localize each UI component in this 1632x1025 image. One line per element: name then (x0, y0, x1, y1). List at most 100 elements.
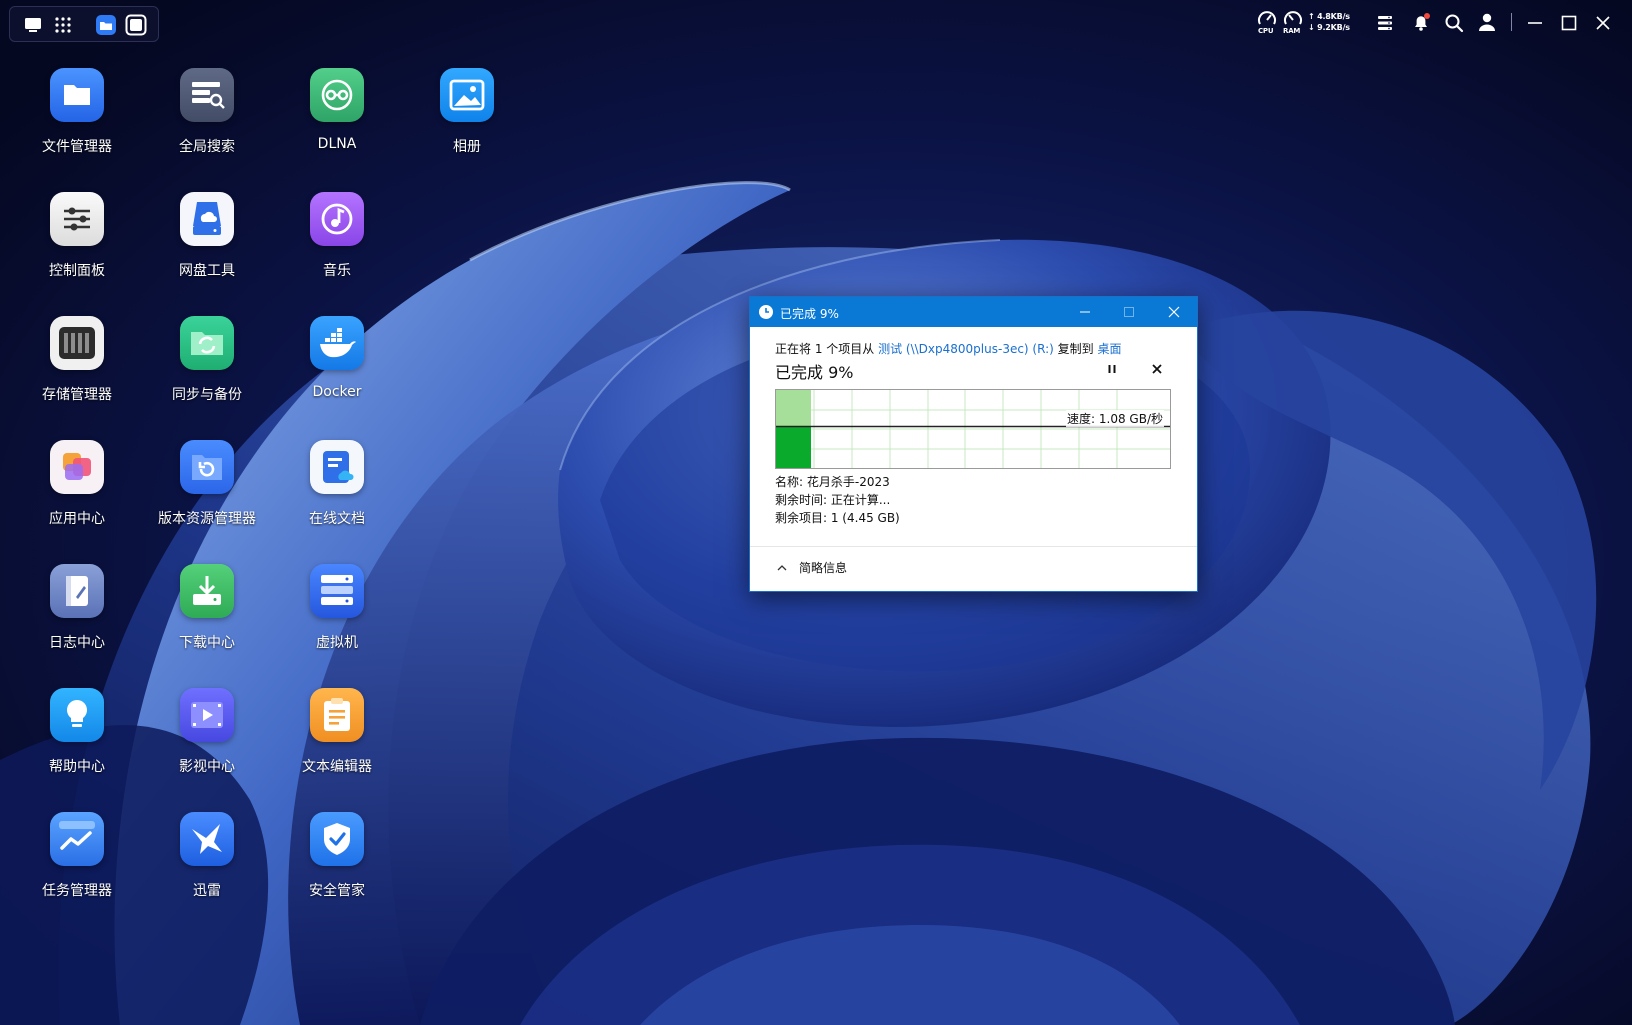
app-label: 存储管理器 (42, 387, 112, 403)
minimize-icon[interactable] (1525, 13, 1545, 33)
window-icon[interactable] (125, 14, 147, 36)
download-icon (180, 564, 234, 618)
app-label: 安全管家 (309, 883, 365, 899)
network-monitor[interactable]: ↑ 4.8KB/s ↓ 9.2KB/s (1308, 12, 1352, 36)
task-list-icon[interactable] (1376, 14, 1394, 32)
app-center-icon (50, 440, 104, 494)
progress-label: 已完成 9% (775, 363, 854, 382)
app-label: 在线文档 (309, 511, 365, 527)
app-online-docs[interactable]: 在线文档 (272, 440, 402, 564)
app-photos[interactable]: 相册 (402, 68, 532, 192)
bell-icon[interactable] (1410, 11, 1432, 33)
dlna-icon (310, 68, 364, 122)
progress-fill (776, 427, 811, 468)
sliders-icon (50, 192, 104, 246)
sync-folder-icon (180, 316, 234, 370)
app-sync-backup[interactable]: 同步与备份 (142, 316, 272, 440)
file-manager-icon[interactable] (95, 14, 117, 36)
app-label: 下载中心 (179, 635, 235, 651)
items-remaining: 剩余项目: 1 (4.45 GB) (775, 511, 900, 525)
bulb-icon (50, 688, 104, 742)
speed-graph: 速度: 1.08 GB/秒 (775, 389, 1171, 469)
upload-speed-value: 4.8KB/s (1317, 12, 1350, 21)
storage-icon (50, 316, 104, 370)
ram-monitor[interactable]: RAM (1283, 10, 1303, 36)
download-speed: ↓ 9.2KB/s (1308, 23, 1350, 32)
app-text-editor[interactable]: 文本编辑器 (272, 688, 402, 812)
music-icon (310, 192, 364, 246)
app-cloud-drive-tools[interactable]: 网盘工具 (142, 192, 272, 316)
maximize-icon (1124, 307, 1134, 317)
cpu-label: CPU (1258, 27, 1274, 35)
close-icon[interactable] (1152, 297, 1196, 327)
monitor-icon[interactable] (22, 14, 44, 36)
destination-link[interactable]: 桌面 (1097, 342, 1121, 356)
app-label: 相册 (453, 139, 481, 155)
user-icon[interactable] (1477, 12, 1497, 32)
app-docker[interactable]: Docker (272, 316, 402, 440)
apps-grid-icon[interactable] (52, 14, 74, 36)
tray-divider (1511, 13, 1512, 31)
app-control-panel[interactable]: 控制面板 (12, 192, 142, 316)
photo-icon (440, 68, 494, 122)
app-label: 全局搜索 (179, 139, 235, 155)
app-global-search[interactable]: 全局搜索 (142, 68, 272, 192)
copy-progress-dialog: 已完成 9% 正在将 1 个项目从 测试 (\\Dxp4800plus-3ec)… (749, 296, 1198, 592)
ram-label: RAM (1283, 27, 1301, 35)
video-icon (180, 688, 234, 742)
notepad-icon (310, 688, 364, 742)
docker-whale-icon (310, 316, 364, 370)
top-bar: CPU RAM ↑ 4.8KB/s ↓ 9.2KB/s (0, 0, 1632, 46)
app-label: 迅雷 (193, 883, 221, 899)
minimize-icon[interactable] (1063, 297, 1107, 327)
cpu-monitor[interactable]: CPU (1257, 10, 1277, 36)
version-folder-icon (180, 440, 234, 494)
app-file-manager[interactable]: 文件管理器 (12, 68, 142, 192)
app-app-center[interactable]: 应用中心 (12, 440, 142, 564)
app-security-manager[interactable]: 安全管家 (272, 812, 402, 936)
clock-icon (759, 305, 773, 319)
app-virtual-machine[interactable]: 虚拟机 (272, 564, 402, 688)
app-label: DLNA (317, 136, 357, 152)
cancel-icon[interactable] (1148, 360, 1166, 378)
status-middle: 复制到 (1053, 342, 1098, 356)
dialog-titlebar[interactable]: 已完成 9% (750, 297, 1197, 327)
footer-divider (750, 546, 1197, 547)
app-label: 网盘工具 (179, 263, 235, 279)
time-remaining: 剩余时间: 正在计算... (775, 493, 891, 507)
app-thunder[interactable]: 迅雷 (142, 812, 272, 936)
close-icon[interactable] (1593, 13, 1613, 33)
pause-icon[interactable] (1103, 360, 1121, 378)
launcher-bar (9, 6, 159, 42)
copy-status-line: 正在将 1 个项目从 测试 (\\Dxp4800plus-3ec) (R:) 复… (775, 340, 1121, 357)
app-music[interactable]: 音乐 (272, 192, 402, 316)
app-dlna[interactable]: DLNA (272, 68, 402, 192)
less-details-toggle[interactable]: 简略信息 (775, 559, 875, 579)
app-download-center[interactable]: 下载中心 (142, 564, 272, 688)
app-storage-manager[interactable]: 存储管理器 (12, 316, 142, 440)
chevron-up-icon (777, 565, 787, 571)
app-label: Docker (312, 384, 362, 400)
app-log-center[interactable]: 日志中心 (12, 564, 142, 688)
app-label: 文件管理器 (42, 139, 112, 155)
app-help-center[interactable]: 帮助中心 (12, 688, 142, 812)
progress-fill-light (776, 390, 811, 426)
speed-label: 速度: 1.08 GB/秒 (1066, 410, 1164, 427)
folder-icon (50, 68, 104, 122)
app-label: 文本编辑器 (302, 759, 372, 775)
search-server-icon (180, 68, 234, 122)
less-details-label: 简略信息 (799, 561, 848, 575)
upload-speed: ↑ 4.8KB/s (1308, 12, 1350, 21)
app-label: 任务管理器 (42, 883, 112, 899)
app-version-explorer[interactable]: 版本资源管理器 (142, 440, 272, 564)
virtual-machine-icon (310, 564, 364, 618)
app-task-manager[interactable]: 任务管理器 (12, 812, 142, 936)
maximize-icon[interactable] (1559, 13, 1579, 33)
download-speed-value: 9.2KB/s (1317, 23, 1350, 32)
speed-graph-canvas (776, 390, 1170, 468)
app-label: 影视中心 (179, 759, 235, 775)
app-video-center[interactable]: 影视中心 (142, 688, 272, 812)
cloud-drive-icon (180, 192, 234, 246)
source-link[interactable]: 测试 (\\Dxp4800plus-3ec) (R:) (878, 342, 1054, 356)
search-icon[interactable] (1444, 13, 1464, 33)
